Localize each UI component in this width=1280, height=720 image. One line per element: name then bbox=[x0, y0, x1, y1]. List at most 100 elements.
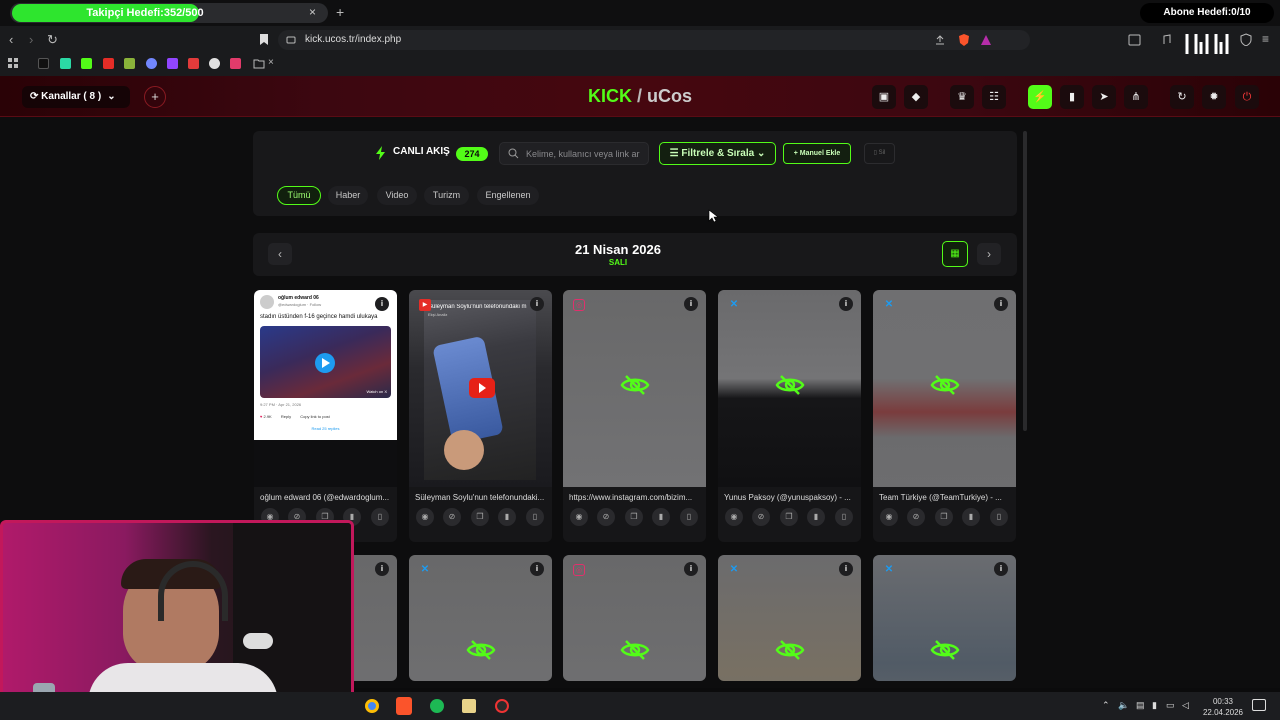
copy-icon[interactable]: ❐ bbox=[625, 508, 643, 526]
copy-icon[interactable]: ❐ bbox=[471, 508, 489, 526]
card-thumbnail[interactable]: Süleyman Soylu'nun telefonundaki m Ekşi … bbox=[409, 290, 552, 487]
block-icon[interactable]: ⊘ bbox=[752, 508, 770, 526]
brave-taskbar-icon[interactable] bbox=[396, 697, 412, 715]
taskbar-clock[interactable]: 00:33 22.04.2026 bbox=[1198, 696, 1248, 718]
bookmark-icon[interactable] bbox=[258, 33, 270, 46]
display-icon[interactable]: ▭ bbox=[1166, 700, 1175, 711]
feed-card[interactable]: ◎ i https://www.instagram.com/bizim... ◉… bbox=[563, 290, 706, 542]
eye-icon[interactable]: ◉ bbox=[725, 508, 743, 526]
trophy-button[interactable]: ♛ bbox=[950, 85, 974, 109]
media-button[interactable]: ▣ bbox=[872, 85, 896, 109]
feed-card[interactable]: oğlum edward 06 @edwardoglum · Follow st… bbox=[254, 290, 397, 542]
trash-icon[interactable]: ▯ bbox=[526, 508, 544, 526]
reload-icon[interactable]: ↻ bbox=[47, 32, 58, 48]
info-icon[interactable]: i bbox=[530, 562, 544, 576]
bookmark-icon[interactable]: ▮ bbox=[498, 508, 516, 526]
apps-grid-icon[interactable] bbox=[8, 58, 19, 69]
forward-icon[interactable]: › bbox=[29, 32, 33, 47]
trash-icon[interactable]: ▯ bbox=[835, 508, 853, 526]
eye-icon[interactable]: ◉ bbox=[416, 508, 434, 526]
info-icon[interactable]: i bbox=[839, 562, 853, 576]
media-icon[interactable] bbox=[1160, 34, 1172, 46]
chip-blocked[interactable]: Engellenen bbox=[477, 186, 539, 205]
card-thumbnail[interactable] bbox=[718, 290, 861, 487]
tray-chevron-icon[interactable]: ⌃ bbox=[1102, 700, 1110, 711]
card-thumbnail[interactable] bbox=[873, 290, 1016, 487]
channels-dropdown[interactable]: ⟳ Kanallar ( 8 ) ⌄ bbox=[22, 86, 130, 108]
chrome-taskbar-icon[interactable] bbox=[365, 699, 379, 713]
copy-icon[interactable]: ❐ bbox=[780, 508, 798, 526]
trash-icon[interactable]: ▯ bbox=[990, 508, 1008, 526]
block-icon[interactable]: ⊘ bbox=[597, 508, 615, 526]
bookmark-10-icon[interactable] bbox=[230, 58, 241, 69]
feed-card[interactable]: Süleyman Soylu'nun telefonundaki m Ekşi … bbox=[409, 290, 552, 542]
kick-bookmark-icon[interactable] bbox=[81, 58, 92, 69]
live-flash-button[interactable]: ⚡ bbox=[1028, 85, 1052, 109]
brave-shield-icon[interactable] bbox=[958, 33, 970, 47]
feed-card[interactable]: ✕ i bbox=[718, 555, 861, 681]
sidebar-icon[interactable] bbox=[1128, 34, 1141, 46]
close-tab-icon[interactable]: × bbox=[309, 5, 316, 19]
manual-add-button[interactable]: + Manuel Ekle bbox=[783, 143, 851, 164]
youtube-bookmark-icon[interactable] bbox=[103, 58, 114, 69]
share-button[interactable]: ⋔ bbox=[1124, 85, 1148, 109]
volume-icon[interactable]: ◁ bbox=[1182, 700, 1189, 711]
share-icon[interactable] bbox=[934, 34, 946, 46]
folder-icon[interactable] bbox=[253, 58, 265, 69]
refresh-button[interactable]: ↻ bbox=[1170, 85, 1194, 109]
chip-news[interactable]: Haber bbox=[328, 186, 368, 205]
info-icon[interactable]: i bbox=[839, 297, 853, 311]
files-taskbar-icon[interactable] bbox=[462, 699, 476, 713]
spotify-taskbar-icon[interactable] bbox=[430, 699, 444, 713]
speaker-icon[interactable]: 🔈 bbox=[1118, 700, 1129, 711]
filter-sort-button[interactable]: ☰ Filtrele & Sırala ⌄ bbox=[659, 142, 776, 165]
feed-card[interactable]: ✕ i bbox=[409, 555, 552, 681]
bookmark-2-icon[interactable] bbox=[60, 58, 71, 69]
obs-taskbar-icon[interactable] bbox=[495, 699, 509, 713]
bookmark-icon[interactable]: ▮ bbox=[807, 508, 825, 526]
block-icon[interactable]: ⊘ bbox=[907, 508, 925, 526]
bookmark-x-label[interactable]: × bbox=[268, 57, 274, 68]
bookmark-button[interactable]: ▮ bbox=[1060, 85, 1084, 109]
delete-button[interactable]: ▯ Sil bbox=[864, 143, 895, 164]
power-button[interactable]: ⏻ bbox=[1235, 85, 1259, 109]
chip-video[interactable]: Video bbox=[377, 186, 417, 205]
card-thumbnail[interactable] bbox=[563, 290, 706, 487]
scrollbar[interactable] bbox=[1023, 131, 1027, 431]
tag-button[interactable]: ◆ bbox=[904, 85, 928, 109]
calendar-button[interactable]: ▦ bbox=[942, 241, 968, 267]
next-day-button[interactable]: › bbox=[977, 243, 1001, 265]
trash-icon[interactable]: ▯ bbox=[680, 508, 698, 526]
info-icon[interactable]: i bbox=[375, 562, 389, 576]
feed-card[interactable]: ✕ i Team Türkiye (@TeamTurkiye) - ... ◉ … bbox=[873, 290, 1016, 542]
settings-gear-button[interactable]: ✹ bbox=[1202, 85, 1226, 109]
trash-icon[interactable]: ▯ bbox=[371, 508, 389, 526]
notifications-icon[interactable] bbox=[1252, 699, 1266, 711]
twitch-bookmark-icon[interactable] bbox=[167, 58, 178, 69]
info-icon[interactable]: i bbox=[684, 297, 698, 311]
chip-all[interactable]: Tümü bbox=[277, 186, 321, 205]
vpn-shield-icon[interactable] bbox=[1240, 33, 1252, 46]
info-icon[interactable]: i bbox=[530, 297, 544, 311]
brave-rewards-icon[interactable] bbox=[980, 34, 992, 46]
mic-icon[interactable]: ▮ bbox=[1152, 700, 1157, 711]
copy-icon[interactable]: ❐ bbox=[935, 508, 953, 526]
feed-card[interactable]: ✕ i Yunus Paksoy (@yunuspaksoy) - ... ◉ … bbox=[718, 290, 861, 542]
bookmark-8-icon[interactable] bbox=[188, 58, 199, 69]
new-tab-button[interactable]: + bbox=[336, 4, 344, 20]
bookmark-icon[interactable]: ▮ bbox=[962, 508, 980, 526]
discord-bookmark-icon[interactable] bbox=[146, 58, 157, 69]
back-icon[interactable]: ‹ bbox=[9, 32, 13, 47]
bookmark-9-icon[interactable] bbox=[209, 58, 220, 69]
info-icon[interactable]: i bbox=[684, 562, 698, 576]
info-icon[interactable]: i bbox=[994, 297, 1008, 311]
menu-icon[interactable]: ≡ bbox=[1262, 32, 1269, 46]
card-thumbnail[interactable]: oğlum edward 06 @edwardoglum · Follow st… bbox=[254, 290, 397, 487]
network-icon[interactable]: ▤ bbox=[1136, 700, 1145, 711]
add-channel-button[interactable]: + bbox=[144, 86, 166, 108]
eye-icon[interactable]: ◉ bbox=[570, 508, 588, 526]
site-info-icon[interactable] bbox=[286, 35, 296, 45]
chip-tourism[interactable]: Turizm bbox=[424, 186, 469, 205]
block-icon[interactable]: ⊘ bbox=[443, 508, 461, 526]
bookmark-icon[interactable]: ▮ bbox=[652, 508, 670, 526]
